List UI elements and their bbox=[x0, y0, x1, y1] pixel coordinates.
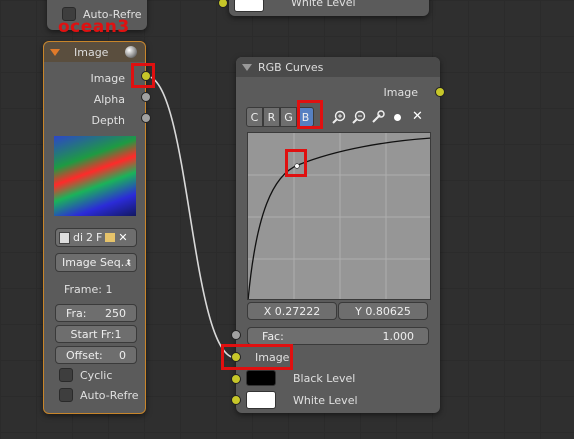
dot-icon[interactable] bbox=[394, 114, 401, 121]
image-node[interactable]: Image Image Alpha Depth di 2 F ✕ Image S… bbox=[43, 41, 146, 414]
file-button-2[interactable]: 2 bbox=[86, 231, 93, 244]
highlight-image-input bbox=[221, 344, 293, 370]
rgb-curves-title: RGB Curves bbox=[258, 60, 324, 74]
channel-tab-g-label: G bbox=[284, 110, 293, 124]
fac-value: 1.000 bbox=[382, 329, 415, 343]
white-level-label: White Level bbox=[293, 394, 358, 407]
y-coordinate-value: Y 0.80625 bbox=[355, 304, 411, 318]
offset-field[interactable]: Offset: 0 bbox=[55, 346, 137, 364]
preview-sphere-icon[interactable] bbox=[125, 46, 137, 58]
fac-input-socket[interactable] bbox=[231, 330, 241, 340]
curves-output-image-label: Image bbox=[383, 86, 418, 99]
file-button-di[interactable]: di bbox=[73, 231, 83, 244]
unlink-x-icon[interactable]: ✕ bbox=[118, 231, 127, 244]
start-frame-field[interactable]: Start Fr:1 bbox=[55, 325, 137, 343]
offset-field-label: Offset: bbox=[66, 348, 103, 362]
file-toolbar: di 2 F ✕ bbox=[55, 228, 137, 247]
y-coordinate-field[interactable]: Y 0.80625 bbox=[338, 302, 428, 320]
auto-refresh-checkbox[interactable] bbox=[59, 388, 73, 402]
curves-output-image-socket[interactable] bbox=[435, 87, 445, 97]
zoom-in-icon[interactable] bbox=[332, 110, 346, 124]
source-dropdown-label: Image Seq… bbox=[62, 256, 132, 269]
zoom-out-icon[interactable] bbox=[352, 110, 366, 124]
white-level-label-top: White Level bbox=[291, 0, 356, 9]
folder-icon[interactable] bbox=[105, 233, 116, 242]
white-level-swatch[interactable] bbox=[246, 391, 276, 409]
collapse-arrow-icon[interactable] bbox=[50, 48, 60, 56]
cyclic-label: Cyclic bbox=[80, 369, 113, 382]
curve-graph[interactable] bbox=[247, 132, 431, 300]
image-preview bbox=[54, 136, 136, 216]
frames-field[interactable]: Fra: 250 bbox=[55, 304, 137, 322]
output-depth-label: Depth bbox=[91, 114, 125, 127]
image-node-title: Image bbox=[74, 45, 109, 59]
frame-label: Frame: 1 bbox=[64, 283, 113, 296]
x-coordinate-value: X 0.27222 bbox=[263, 304, 321, 318]
channel-tab-r-label: R bbox=[267, 110, 276, 124]
close-icon[interactable]: ✕ bbox=[412, 109, 423, 124]
white-level-swatch-top[interactable] bbox=[234, 0, 264, 12]
top-node-fragment-right: White Level bbox=[229, 0, 429, 16]
start-frame-label: Start Fr:1 bbox=[70, 327, 122, 341]
channel-tab-r[interactable]: R bbox=[263, 107, 280, 127]
wrench-icon[interactable] bbox=[371, 110, 385, 124]
fac-label: Fac: bbox=[262, 329, 284, 343]
auto-refresh-label: Auto-Refre bbox=[80, 389, 139, 402]
output-alpha-label: Alpha bbox=[93, 93, 125, 106]
frames-field-label: Fra: bbox=[66, 306, 87, 320]
highlight-curve-point bbox=[285, 149, 307, 177]
channel-tab-c[interactable]: C bbox=[246, 107, 263, 127]
output-image-label: Image bbox=[90, 72, 125, 85]
cyclic-checkbox[interactable] bbox=[59, 368, 73, 382]
collapse-arrow-icon[interactable] bbox=[242, 63, 252, 71]
dropdown-arrows-icon: ⬍ bbox=[125, 258, 132, 267]
source-dropdown[interactable]: Image Seq… ⬍ bbox=[55, 253, 137, 272]
image-browse-icon[interactable] bbox=[59, 231, 70, 244]
black-level-swatch[interactable] bbox=[246, 370, 276, 386]
black-level-input-socket[interactable] bbox=[231, 374, 241, 384]
highlight-b-channel bbox=[297, 100, 323, 129]
ocean3-overlay-label: ocean3 bbox=[58, 17, 130, 37]
file-button-f[interactable]: F bbox=[96, 231, 102, 244]
highlight-image-output bbox=[131, 63, 155, 88]
white-level-input-socket[interactable] bbox=[231, 395, 241, 405]
frames-field-value: 250 bbox=[105, 306, 126, 320]
channel-tab-g[interactable]: G bbox=[280, 107, 297, 127]
fac-slider[interactable]: Fac: 1.000 bbox=[247, 327, 429, 345]
black-level-label: Black Level bbox=[293, 372, 356, 385]
alpha-output-socket[interactable] bbox=[141, 92, 151, 102]
offset-field-value: 0 bbox=[119, 348, 126, 362]
image-node-header[interactable]: Image bbox=[44, 42, 145, 62]
x-coordinate-field[interactable]: X 0.27222 bbox=[247, 302, 337, 320]
rgb-curves-header[interactable]: RGB Curves bbox=[236, 57, 440, 77]
depth-output-socket[interactable] bbox=[141, 113, 151, 123]
channel-tab-c-label: C bbox=[250, 110, 259, 124]
